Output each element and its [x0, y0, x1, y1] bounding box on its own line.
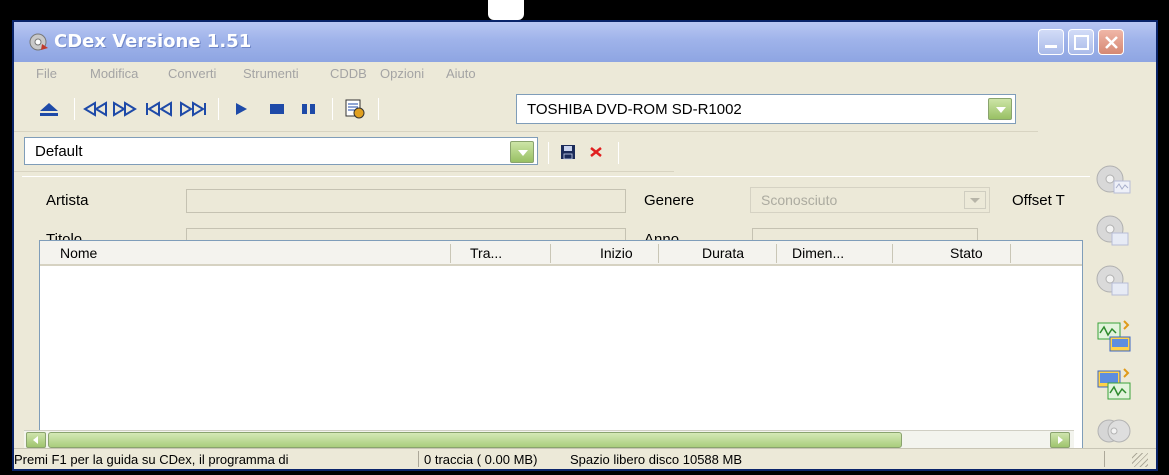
column-dimensione[interactable]: Dimen...: [792, 245, 844, 261]
background-strip: [0, 0, 1169, 20]
stop-icon: [270, 104, 284, 114]
title-bar[interactable]: CDex Versione 1.51: [14, 22, 1156, 62]
profile-toolbar: Default: [14, 132, 674, 172]
horizontal-scrollbar[interactable]: [24, 430, 1074, 448]
column-stato[interactable]: Stato: [950, 245, 983, 261]
menu-bar: File Modifica Converti Strumenti CDDB Op…: [14, 62, 1156, 88]
menu-aiuto[interactable]: Aiuto: [446, 66, 476, 81]
close-button[interactable]: [1098, 29, 1124, 55]
record-icon: [1097, 419, 1131, 443]
extract-mp3-button[interactable]: [1092, 212, 1136, 252]
save-profile-button[interactable]: [556, 141, 580, 163]
scroll-right-button[interactable]: [1050, 432, 1070, 448]
column-durata[interactable]: Durata: [702, 245, 744, 261]
eject-icon: [40, 103, 58, 116]
genre-label: Genere: [644, 192, 695, 209]
record-button[interactable]: [1092, 410, 1136, 450]
fast-forward-button[interactable]: [110, 96, 140, 122]
chevron-down-icon[interactable]: [964, 191, 986, 209]
player-toolbar: TOSHIBA DVD-ROM SD-R1002: [14, 88, 1038, 132]
profile-value: Default: [35, 143, 83, 160]
extract-partial-button[interactable]: [1092, 262, 1136, 302]
cd-info-button[interactable]: [340, 96, 370, 122]
cd-drive-select[interactable]: TOSHIBA DVD-ROM SD-R1002: [516, 94, 1016, 124]
stop-button[interactable]: [262, 96, 292, 122]
play-icon: [236, 103, 247, 115]
extract-wav-button[interactable]: [1092, 160, 1136, 200]
offset-label: Offset T: [1012, 192, 1065, 209]
status-help: Premi F1 per la guida su CDex, il progra…: [14, 452, 289, 467]
convert-mp3-wav-button[interactable]: [1092, 364, 1136, 404]
cd-info-icon: [345, 99, 365, 119]
previous-track-icon: [146, 101, 172, 117]
save-icon: [561, 145, 575, 160]
menu-converti[interactable]: Converti: [168, 66, 216, 81]
column-nome[interactable]: Nome: [60, 245, 97, 261]
menu-file[interactable]: File: [36, 66, 57, 81]
window-title: CDex Versione 1.51: [54, 31, 252, 52]
cdex-app-icon: [29, 33, 48, 51]
fast-forward-icon: [113, 101, 137, 117]
artist-label: Artista: [46, 192, 89, 209]
track-list[interactable]: Nome Tra... Inizio Durata Dimen... Stato: [39, 240, 1083, 450]
cd-drive-value: TOSHIBA DVD-ROM SD-R1002: [527, 101, 742, 118]
next-track-button[interactable]: [178, 96, 208, 122]
genre-select[interactable]: Sconosciuto: [750, 187, 990, 213]
previous-track-button[interactable]: [144, 96, 174, 122]
convert-wav-mp3-button[interactable]: [1092, 316, 1136, 356]
scroll-left-button[interactable]: [26, 432, 46, 448]
profile-select[interactable]: Default: [24, 137, 538, 165]
extract-mp3-icon: [1096, 215, 1129, 246]
pause-icon: [302, 104, 315, 114]
status-disk-space: Spazio libero disco 10588 MB: [570, 452, 742, 467]
chevron-down-icon[interactable]: [988, 98, 1012, 120]
convert-mp3-wav-icon: [1097, 368, 1131, 400]
maximize-button[interactable]: [1068, 29, 1094, 55]
status-bar: Premi F1 per la guida su CDex, il progra…: [14, 448, 1156, 469]
delete-profile-button[interactable]: [584, 141, 608, 163]
status-tracks: 0 traccia ( 0.00 MB): [424, 452, 538, 467]
resize-grip-icon[interactable]: [1132, 453, 1148, 467]
cdex-window: CDex Versione 1.51 File Modifica Convert…: [12, 20, 1158, 471]
column-inizio[interactable]: Inizio: [600, 245, 633, 261]
scrollbar-thumb[interactable]: [48, 432, 902, 448]
next-track-icon: [180, 101, 206, 117]
column-traccia[interactable]: Tra...: [470, 245, 502, 261]
eject-button[interactable]: [34, 96, 64, 122]
play-button[interactable]: [226, 96, 256, 122]
chevron-down-icon[interactable]: [510, 141, 534, 163]
track-list-header: Nome Tra... Inizio Durata Dimen... Stato: [40, 241, 1082, 266]
minimize-button[interactable]: [1038, 29, 1064, 55]
menu-cddb[interactable]: CDDB: [330, 66, 367, 81]
menu-strumenti[interactable]: Strumenti: [243, 66, 299, 81]
menu-modifica[interactable]: Modifica: [90, 66, 138, 81]
extract-partial-icon: [1096, 265, 1129, 296]
extract-wav-icon: [1096, 165, 1131, 194]
artist-input[interactable]: [186, 189, 626, 213]
menu-opzioni[interactable]: Opzioni: [380, 66, 424, 81]
pause-button[interactable]: [294, 96, 324, 122]
delete-icon: [590, 147, 602, 157]
rewind-button[interactable]: [80, 96, 110, 122]
rewind-icon: [83, 101, 107, 117]
convert-wav-mp3-icon: [1097, 320, 1131, 352]
genre-value: Sconosciuto: [761, 192, 838, 208]
